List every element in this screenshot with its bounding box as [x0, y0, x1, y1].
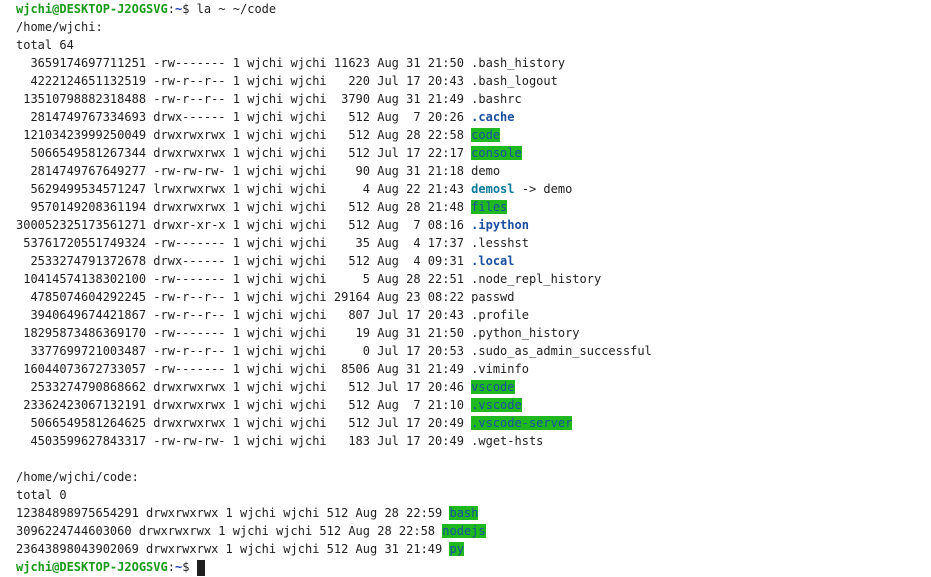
- entry-meta: 18295873486369170 -rw------- 1 wjchi wjc…: [16, 326, 472, 340]
- list-item: 12103423999250049 drwxrwxrwx 1 wjchi wjc…: [16, 126, 931, 144]
- code-dir-header: /home/wjchi/code:: [16, 470, 139, 484]
- entry-meta: 53761720551749324 -rw------- 1 wjchi wjc…: [16, 236, 472, 250]
- entry-meta: 13510798882318488 -rw-r--r-- 1 wjchi wjc…: [16, 92, 472, 106]
- list-item: 9570149208361194 drwxrwxrwx 1 wjchi wjch…: [16, 198, 931, 216]
- symlink-target: -> demo: [514, 182, 573, 196]
- entry-name: .lesshst: [471, 236, 529, 250]
- entry-name: .ipython: [471, 218, 529, 232]
- entry-meta: 300052325173561271 drwxr-xr-x 1 wjchi wj…: [16, 218, 472, 232]
- entry-meta: 10414574138302100 -rw------- 1 wjchi wjc…: [16, 272, 472, 286]
- list-item: 3659174697711251 -rw------- 1 wjchi wjch…: [16, 54, 931, 72]
- entry-name: demosl: [471, 182, 515, 196]
- list-item: 16044073672733057 -rw------- 1 wjchi wjc…: [16, 360, 931, 378]
- entry-name: .vscode-server: [471, 416, 573, 430]
- entry-name: .viminfo: [471, 362, 529, 376]
- list-item: 5066549581267344 drwxrwxrwx 1 wjchi wjch…: [16, 144, 931, 162]
- entry-meta: 9570149208361194 drwxrwxrwx 1 wjchi wjch…: [16, 200, 472, 214]
- entry-name: .sudo_as_admin_successful: [471, 344, 652, 358]
- entry-meta: 12384898975654291 drwxrwxrwx 1 wjchi wjc…: [16, 506, 450, 520]
- entry-meta: 16044073672733057 -rw------- 1 wjchi wjc…: [16, 362, 472, 376]
- list-item: 300052325173561271 drwxr-xr-x 1 wjchi wj…: [16, 216, 931, 234]
- entry-name: .bashrc: [471, 92, 522, 106]
- entry-meta: 3940649674421867 -rw-r--r-- 1 wjchi wjch…: [16, 308, 472, 322]
- entry-name: demo: [471, 164, 501, 178]
- entry-meta: 2814749767334693 drwx------ 1 wjchi wjch…: [16, 110, 472, 124]
- list-item: 10414574138302100 -rw------- 1 wjchi wjc…: [16, 270, 931, 288]
- final-prompt-separator: :: [167, 560, 175, 574]
- list-item: 4503599627843317 -rw-rw-rw- 1 wjchi wjch…: [16, 432, 931, 450]
- entry-name: files: [471, 200, 508, 214]
- home-dir-total: total 64: [16, 38, 74, 52]
- entry-meta: 5066549581267344 drwxrwxrwx 1 wjchi wjch…: [16, 146, 472, 160]
- entry-meta: 23362423067132191 drwxrwxrwx 1 wjchi wjc…: [16, 398, 472, 412]
- entry-meta: 3659174697711251 -rw------- 1 wjchi wjch…: [16, 56, 472, 70]
- entry-name: passwd: [471, 290, 515, 304]
- entry-meta: 4222124651132519 -rw-r--r-- 1 wjchi wjch…: [16, 74, 472, 88]
- list-item: 5066549581264625 drwxrwxrwx 1 wjchi wjch…: [16, 414, 931, 432]
- entry-meta: 4785074604292245 -rw-r--r-- 1 wjchi wjch…: [16, 290, 472, 304]
- entry-meta: 12103423999250049 drwxrwxrwx 1 wjchi wjc…: [16, 128, 472, 142]
- list-item: 4222124651132519 -rw-r--r-- 1 wjchi wjch…: [16, 72, 931, 90]
- entry-name: .profile: [471, 308, 529, 322]
- entry-meta: 23643898043902069 drwxrwxrwx 1 wjchi wjc…: [16, 542, 450, 556]
- final-prompt-suffix: $: [182, 560, 197, 574]
- list-item: 23362423067132191 drwxrwxrwx 1 wjchi wjc…: [16, 396, 931, 414]
- entry-meta: 3377699721003487 -rw-r--r-- 1 wjchi wjch…: [16, 344, 472, 358]
- entry-meta: 4503599627843317 -rw-rw-rw- 1 wjchi wjch…: [16, 434, 472, 448]
- entry-name: py: [449, 542, 464, 556]
- entry-name: .bash_history: [471, 56, 566, 70]
- command-text: la ~ ~/code: [196, 2, 277, 16]
- entry-name: .node_repl_history: [471, 272, 602, 286]
- entry-meta: 5066549581264625 drwxrwxrwx 1 wjchi wjch…: [16, 416, 472, 430]
- entry-name: code: [471, 128, 501, 142]
- final-prompt-line[interactable]: wjchi@DESKTOP-J2OGSVG:~$: [16, 558, 931, 576]
- entry-name: nodejs: [442, 524, 486, 538]
- list-item: 23643898043902069 drwxrwxrwx 1 wjchi wjc…: [16, 540, 931, 558]
- list-item: 13510798882318488 -rw-r--r-- 1 wjchi wjc…: [16, 90, 931, 108]
- home-dir-header: /home/wjchi:: [16, 20, 103, 34]
- code-listing: 12384898975654291 drwxrwxrwx 1 wjchi wjc…: [16, 504, 931, 558]
- list-item: 2814749767334693 drwx------ 1 wjchi wjch…: [16, 108, 931, 126]
- list-item: 2533274791372678 drwx------ 1 wjchi wjch…: [16, 252, 931, 270]
- final-prompt-user-host: wjchi@DESKTOP-J2OGSVG: [16, 560, 168, 574]
- list-item: 3940649674421867 -rw-r--r-- 1 wjchi wjch…: [16, 306, 931, 324]
- list-item: 18295873486369170 -rw------- 1 wjchi wjc…: [16, 324, 931, 342]
- entry-meta: 2814749767649277 -rw-rw-rw- 1 wjchi wjch…: [16, 164, 472, 178]
- terminal-window[interactable]: wjchi@DESKTOP-J2OGSVG:~$ la ~ ~/code /ho…: [0, 0, 931, 577]
- entry-name: .local: [471, 254, 515, 268]
- list-item: 3377699721003487 -rw-r--r-- 1 wjchi wjch…: [16, 342, 931, 360]
- entry-meta: 2533274790868662 drwxrwxrwx 1 wjchi wjch…: [16, 380, 472, 394]
- prompt-suffix: $: [182, 2, 197, 16]
- entry-name: console: [471, 146, 522, 160]
- list-item: 3096224744603060 drwxrwxrwx 1 wjchi wjch…: [16, 522, 931, 540]
- entry-meta: 2533274791372678 drwx------ 1 wjchi wjch…: [16, 254, 472, 268]
- entry-name: .vscode: [471, 398, 522, 412]
- entry-name: vscode: [471, 380, 515, 394]
- list-item: 5629499534571247 lrwxrwxrwx 1 wjchi wjch…: [16, 180, 931, 198]
- prompt-user-host: wjchi@DESKTOP-J2OGSVG: [16, 2, 168, 16]
- prompt-separator: :: [167, 2, 175, 16]
- entry-name: bash: [449, 506, 479, 520]
- list-item: 2814749767649277 -rw-rw-rw- 1 wjchi wjch…: [16, 162, 931, 180]
- text-cursor: [196, 559, 205, 576]
- entry-name: .python_history: [471, 326, 580, 340]
- list-item: 2533274790868662 drwxrwxrwx 1 wjchi wjch…: [16, 378, 931, 396]
- list-item: 53761720551749324 -rw------- 1 wjchi wjc…: [16, 234, 931, 252]
- list-item: 4785074604292245 -rw-r--r-- 1 wjchi wjch…: [16, 288, 931, 306]
- command-line: wjchi@DESKTOP-J2OGSVG:~$ la ~ ~/code: [16, 0, 931, 18]
- entry-meta: 3096224744603060 drwxrwxrwx 1 wjchi wjch…: [16, 524, 443, 538]
- entry-name: .wget-hsts: [471, 434, 544, 448]
- entry-meta: 5629499534571247 lrwxrwxrwx 1 wjchi wjch…: [16, 182, 472, 196]
- home-listing: 3659174697711251 -rw------- 1 wjchi wjch…: [16, 54, 931, 450]
- list-item: 12384898975654291 drwxrwxrwx 1 wjchi wjc…: [16, 504, 931, 522]
- code-dir-total: total 0: [16, 488, 67, 502]
- entry-name: .bash_logout: [471, 74, 558, 88]
- entry-name: .cache: [471, 110, 515, 124]
